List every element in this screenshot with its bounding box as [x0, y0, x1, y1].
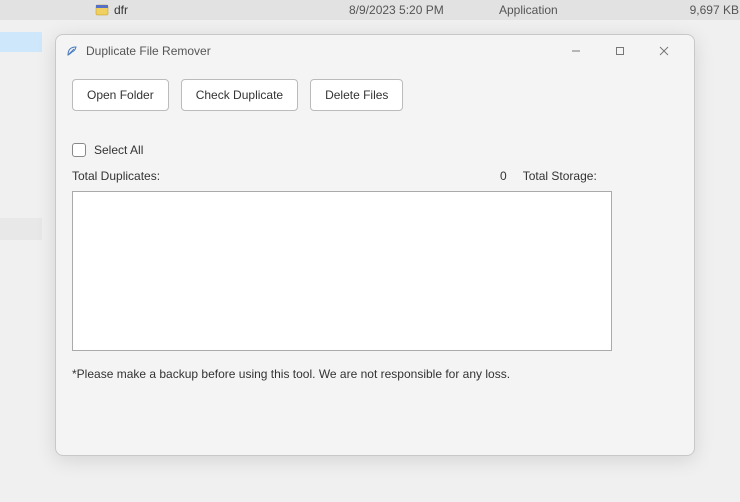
titlebar[interactable]: Duplicate File Remover — [56, 35, 694, 67]
file-date: 8/9/2023 5:20 PM — [349, 3, 499, 17]
window-content: Open Folder Check Duplicate Delete Files… — [56, 67, 694, 455]
toolbar: Open Folder Check Duplicate Delete Files — [72, 79, 678, 111]
total-duplicates-value: 0 — [500, 169, 507, 183]
check-duplicate-button[interactable]: Check Duplicate — [181, 79, 298, 111]
minimize-button[interactable] — [554, 36, 598, 66]
app-window: Duplicate File Remover Open Folder Check… — [55, 34, 695, 456]
duplicates-listbox[interactable] — [72, 191, 612, 351]
select-all-row: Select All — [72, 143, 678, 157]
select-all-checkbox[interactable] — [72, 143, 86, 157]
close-button[interactable] — [642, 36, 686, 66]
sidebar-highlight — [0, 32, 42, 52]
file-size: 9,697 KB — [659, 3, 739, 17]
sidebar-item — [0, 218, 42, 240]
stats-row: Total Duplicates: 0 Total Storage: — [72, 169, 678, 183]
feather-icon — [64, 43, 80, 59]
delete-files-button[interactable]: Delete Files — [310, 79, 403, 111]
window-title: Duplicate File Remover — [86, 44, 554, 58]
window-controls — [554, 36, 686, 66]
disclaimer-text: *Please make a backup before using this … — [72, 367, 678, 381]
maximize-button[interactable] — [598, 36, 642, 66]
open-folder-button[interactable]: Open Folder — [72, 79, 169, 111]
file-type: Application — [499, 3, 659, 17]
file-icon — [95, 3, 109, 17]
file-name: dfr — [114, 3, 349, 17]
select-all-label: Select All — [94, 143, 143, 157]
total-duplicates-label: Total Duplicates: — [72, 169, 160, 183]
explorer-row[interactable]: dfr 8/9/2023 5:20 PM Application 9,697 K… — [0, 0, 740, 20]
total-storage-label: Total Storage: — [523, 169, 597, 183]
